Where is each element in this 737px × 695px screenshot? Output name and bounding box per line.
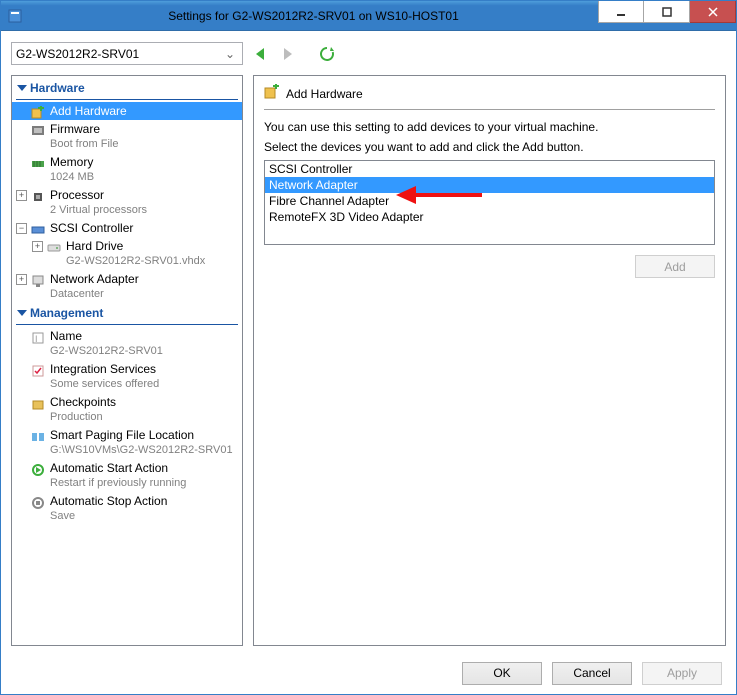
dialog-buttons: OK Cancel Apply xyxy=(1,652,736,694)
tree-label: SCSI Controller xyxy=(50,221,133,235)
minimize-button[interactable] xyxy=(598,1,644,23)
tree-item-nic[interactable]: + Network Adapter Datacenter xyxy=(12,270,242,303)
add-hardware-icon xyxy=(30,105,46,121)
tree-label: Add Hardware xyxy=(50,104,127,118)
window-icon xyxy=(7,8,23,24)
tree-sublabel: G:\WS10VMs\G2-WS2012R2-SRV01 xyxy=(50,444,233,456)
right-panel-title: Add Hardware xyxy=(286,87,363,101)
tree-sublabel: Some services offered xyxy=(50,378,159,390)
device-list[interactable]: SCSI ControllerNetwork AdapterFibre Chan… xyxy=(264,160,715,245)
tree-label: Automatic Start Action xyxy=(50,461,168,475)
tree-item-harddrive[interactable]: + Hard Drive G2-WS2012R2-SRV01.vhdx xyxy=(12,237,242,270)
tree-sublabel: G2-WS2012R2-SRV01 xyxy=(50,345,163,357)
tree-label: Network Adapter xyxy=(50,272,139,286)
divider xyxy=(264,109,715,110)
maximize-button[interactable] xyxy=(644,1,690,23)
vm-selector-value: G2-WS2012R2-SRV01 xyxy=(16,47,139,61)
tree-sublabel: Save xyxy=(50,510,75,522)
right-desc-2: Select the devices you want to add and c… xyxy=(264,140,715,154)
tree-item-autostart[interactable]: Automatic Start Action Restart if previo… xyxy=(12,459,242,492)
tree-label: Firmware xyxy=(50,122,100,136)
tree-label: Memory xyxy=(50,155,93,169)
right-panel: Add Hardware You can use this setting to… xyxy=(253,75,726,646)
processor-icon xyxy=(30,189,46,205)
expander-icon[interactable]: + xyxy=(32,241,43,252)
tree-label: Processor xyxy=(50,188,104,202)
device-option[interactable]: Network Adapter xyxy=(265,177,714,193)
tree-label: Integration Services xyxy=(50,362,156,376)
right-desc-1: You can use this setting to add devices … xyxy=(264,120,715,134)
cancel-button[interactable]: Cancel xyxy=(552,662,632,685)
memory-icon xyxy=(30,156,46,172)
add-hardware-icon xyxy=(264,84,280,103)
window-buttons xyxy=(598,1,736,30)
ok-button[interactable]: OK xyxy=(462,662,542,685)
tree-sublabel: Restart if previously running xyxy=(50,477,186,489)
tree-sublabel: Boot from File xyxy=(50,138,118,150)
refresh-button[interactable] xyxy=(319,46,335,62)
scsi-icon xyxy=(30,222,46,238)
tree-item-firmware[interactable]: Firmware Boot from File xyxy=(12,120,242,153)
device-option[interactable]: SCSI Controller xyxy=(265,161,714,177)
tree-label: Hard Drive xyxy=(66,239,123,253)
svg-text:I: I xyxy=(35,334,38,344)
management-section-header[interactable]: Management xyxy=(12,303,242,324)
apply-button[interactable]: Apply xyxy=(642,662,722,685)
right-panel-header: Add Hardware xyxy=(264,84,715,107)
tree-sublabel: G2-WS2012R2-SRV01.vhdx xyxy=(66,255,205,267)
vm-selector[interactable]: G2-WS2012R2-SRV01 ⌄ xyxy=(11,42,243,65)
network-icon xyxy=(30,273,46,289)
firmware-icon xyxy=(30,123,46,139)
device-option[interactable]: Fibre Channel Adapter xyxy=(265,193,714,209)
tree-sublabel: 2 Virtual processors xyxy=(50,204,147,216)
tree-sublabel: 1024 MB xyxy=(50,171,94,183)
tree-item-autostop[interactable]: Automatic Stop Action Save xyxy=(12,492,242,525)
tree-label: Automatic Stop Action xyxy=(50,494,167,508)
nav-back-button[interactable] xyxy=(253,46,269,62)
expander-icon[interactable]: + xyxy=(16,274,27,285)
tree-item-add-hardware[interactable]: Add Hardware xyxy=(12,102,242,120)
tree-sublabel: Production xyxy=(50,411,103,423)
expander-icon[interactable]: − xyxy=(16,223,27,234)
harddrive-icon xyxy=(46,240,62,256)
tree-item-smartpaging[interactable]: Smart Paging File Location G:\WS10VMs\G2… xyxy=(12,426,242,459)
close-button[interactable] xyxy=(690,1,736,23)
tree-item-processor[interactable]: + Processor 2 Virtual processors xyxy=(12,186,242,219)
tree-label: Smart Paging File Location xyxy=(50,428,194,442)
smartpaging-icon xyxy=(30,429,46,445)
toolbar: G2-WS2012R2-SRV01 ⌄ xyxy=(1,31,736,71)
settings-tree[interactable]: Hardware Add Hardware Firmware Boot from… xyxy=(11,75,243,646)
settings-window: Settings for G2-WS2012R2-SRV01 on WS10-H… xyxy=(0,0,737,695)
expander-icon[interactable]: + xyxy=(16,190,27,201)
name-icon: I xyxy=(30,330,46,346)
window-title: Settings for G2-WS2012R2-SRV01 on WS10-H… xyxy=(29,9,598,23)
checkpoints-icon xyxy=(30,396,46,412)
autostart-icon xyxy=(30,462,46,478)
device-option[interactable]: RemoteFX 3D Video Adapter xyxy=(265,209,714,225)
tree-label: Name xyxy=(50,329,82,343)
tree-label: Checkpoints xyxy=(50,395,116,409)
tree-sublabel: Datacenter xyxy=(50,288,104,300)
add-button[interactable]: Add xyxy=(635,255,715,278)
tree-item-integration[interactable]: Integration Services Some services offer… xyxy=(12,360,242,393)
tree-item-scsi[interactable]: − SCSI Controller xyxy=(12,219,242,237)
autostop-icon xyxy=(30,495,46,511)
titlebar: Settings for G2-WS2012R2-SRV01 on WS10-H… xyxy=(1,1,736,31)
nav-forward-button[interactable] xyxy=(279,46,295,62)
hardware-section-header[interactable]: Hardware xyxy=(12,78,242,99)
tree-item-name[interactable]: I Name G2-WS2012R2-SRV01 xyxy=(12,327,242,360)
tree-item-memory[interactable]: Memory 1024 MB xyxy=(12,153,242,186)
tree-item-checkpoints[interactable]: Checkpoints Production xyxy=(12,393,242,426)
body: Hardware Add Hardware Firmware Boot from… xyxy=(1,71,736,652)
integration-icon xyxy=(30,363,46,379)
chevron-down-icon: ⌄ xyxy=(222,47,238,61)
